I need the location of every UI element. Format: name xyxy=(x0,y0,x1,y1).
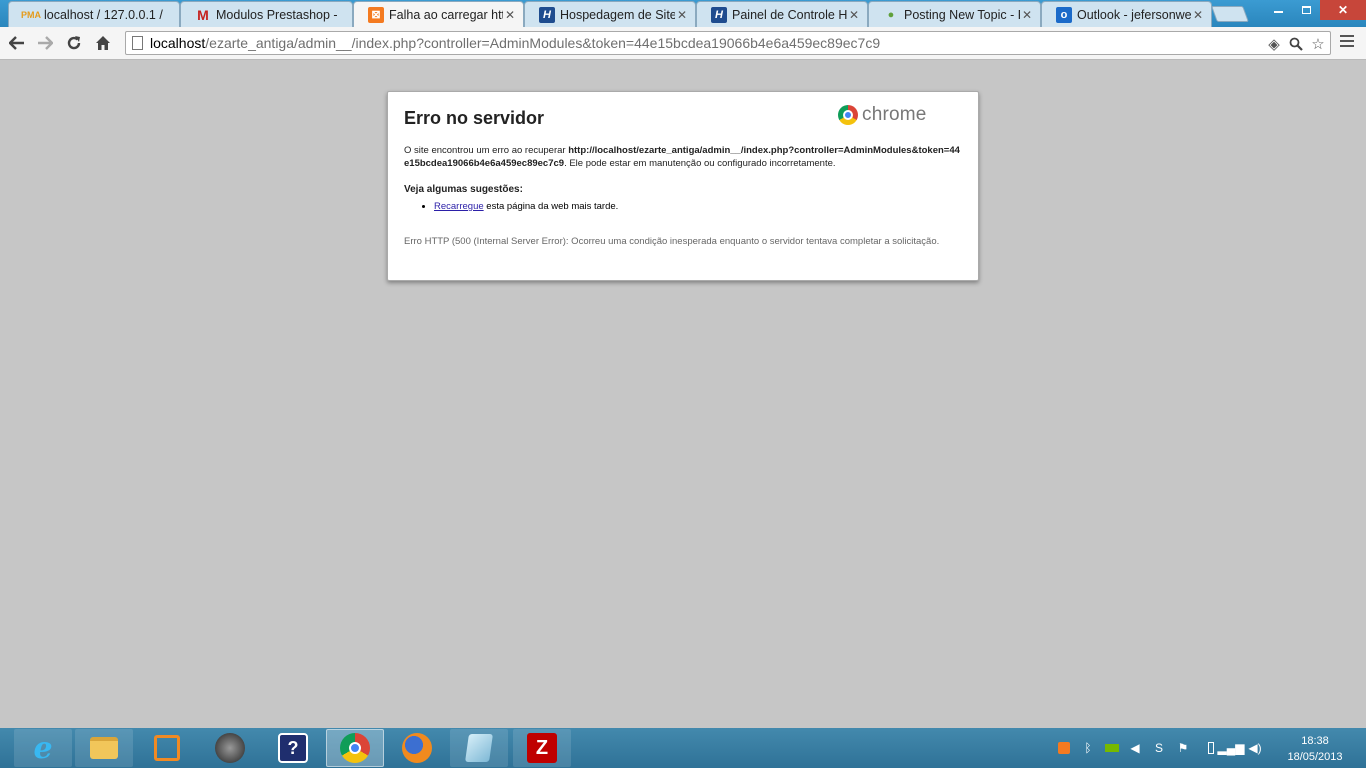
forum-icon: ● xyxy=(887,8,895,21)
tab-posting-new-topic[interactable]: ● Posting New Topic - P ✕ xyxy=(868,1,1041,27)
taskbar-media-player[interactable] xyxy=(201,729,259,767)
tab-close-icon[interactable]: ✕ xyxy=(675,8,689,22)
internet-explorer-icon: e xyxy=(33,730,53,766)
media-player-icon xyxy=(215,733,245,763)
minimize-button[interactable] xyxy=(1264,0,1292,20)
taskbar-chrome[interactable] xyxy=(326,729,384,767)
network-signal-icon[interactable]: ▂▄▆ xyxy=(1218,740,1245,756)
url-host: localhost xyxy=(150,35,206,51)
new-tab-button[interactable] xyxy=(1211,6,1249,22)
speaker-tray-icon[interactable]: ◀ xyxy=(1126,740,1144,756)
message-suffix: . Ele pode estar em manutenção ou config… xyxy=(564,158,836,169)
taskbar-internet-explorer[interactable]: e xyxy=(14,729,72,767)
volume-icon[interactable]: ◀) xyxy=(1246,740,1264,756)
firefox-icon xyxy=(402,733,432,763)
reload-icon xyxy=(67,36,81,50)
forward-arrow-icon xyxy=(38,36,53,50)
address-bar[interactable]: localhost/ezarte_antiga/admin__/index.ph… xyxy=(125,31,1331,55)
menu-icon xyxy=(1340,35,1354,37)
hostgator-icon: H xyxy=(711,6,727,23)
taskbar-office[interactable] xyxy=(138,729,196,767)
back-arrow-icon xyxy=(9,36,24,50)
tab-painel-de-controle[interactable]: H Painel de Controle Ho ✕ xyxy=(696,1,868,27)
xampp-icon: ⊠ xyxy=(368,6,384,23)
browser-toolbar: localhost/ezarte_antiga/admin__/index.ph… xyxy=(0,27,1366,60)
suggestions-list: Recarregue esta página da web mais tarde… xyxy=(434,200,962,213)
tab-falha-ao-carregar[interactable]: ⊠ Falha ao carregar http: ✕ xyxy=(353,1,524,27)
suggestion-text: esta página da web mais tarde. xyxy=(483,201,619,212)
notepad-icon xyxy=(465,734,493,762)
reload-link[interactable]: Recarregue xyxy=(434,201,484,212)
tab-hospedagem[interactable]: H Hospedagem de Sites ✕ xyxy=(524,1,696,27)
menu-icon-bar xyxy=(1340,40,1354,42)
menu-icon-bar xyxy=(1340,45,1354,47)
taskbar-clock[interactable]: 18:38 18/05/2013 xyxy=(1280,733,1350,765)
clock-time: 18:38 xyxy=(1301,735,1329,747)
taskbar-filezilla[interactable]: Z xyxy=(513,729,571,767)
nvidia-icon[interactable] xyxy=(1103,740,1121,756)
back-button[interactable] xyxy=(5,32,29,54)
translate-icon[interactable]: ◈ xyxy=(1264,34,1284,54)
home-button[interactable] xyxy=(91,32,115,54)
tab-close-icon[interactable]: ✕ xyxy=(847,8,861,22)
tab-close-icon[interactable]: ✕ xyxy=(503,8,517,22)
url-path: /ezarte_antiga/admin__/index.php?control… xyxy=(205,35,881,51)
chrome-icon xyxy=(340,733,370,763)
chrome-wordmark: chrome xyxy=(862,104,927,125)
xampp-tray-icon[interactable] xyxy=(1055,740,1073,756)
skype-icon[interactable]: S xyxy=(1150,740,1168,756)
clock-date: 18/05/2013 xyxy=(1287,751,1343,763)
office-icon xyxy=(154,735,180,761)
outlook-icon: o xyxy=(1056,6,1072,23)
chrome-menu-button[interactable] xyxy=(1340,35,1354,49)
message-prefix: O site encontrou um erro ao recuperar xyxy=(404,145,569,156)
hostgator-icon: H xyxy=(539,6,555,23)
home-icon xyxy=(96,36,110,50)
forward-button[interactable] xyxy=(33,32,57,54)
close-icon: ✕ xyxy=(1337,3,1349,17)
zoom-icon[interactable] xyxy=(1286,34,1306,54)
taskbar-firefox[interactable] xyxy=(388,729,446,767)
bluetooth-icon[interactable]: ᛒ xyxy=(1079,740,1097,756)
reload-button[interactable] xyxy=(62,32,86,54)
error-card: Erro no servidor chrome O site encontrou… xyxy=(387,91,979,281)
tab-close-icon[interactable]: ✕ xyxy=(1191,8,1205,22)
tab-outlook[interactable]: o Outlook - jefersonweb ✕ xyxy=(1041,1,1212,27)
error-message: O site encontrou um erro ao recuperar ht… xyxy=(404,144,962,170)
suggestion-item: Recarregue esta página da web mais tarde… xyxy=(434,200,962,213)
tab-gmail[interactable]: M Modulos Prestashop - xyxy=(180,1,353,27)
file-explorer-icon xyxy=(90,737,118,759)
bookmark-star-icon[interactable]: ☆ xyxy=(1308,34,1328,54)
chrome-icon xyxy=(838,105,858,125)
restore-icon xyxy=(1301,6,1311,14)
taskbar-file-explorer[interactable] xyxy=(75,729,133,767)
error-detail: Erro HTTP (500 (Internal Server Error): … xyxy=(404,236,940,247)
tab-phpmyadmin[interactable]: PMA localhost / 127.0.0.1 / xyxy=(8,1,180,27)
tab-close-icon[interactable]: ✕ xyxy=(1020,8,1034,22)
phpmyadmin-icon: PMA xyxy=(21,9,41,20)
suggestions-heading: Veja algumas sugestões: xyxy=(404,184,523,195)
tab-strip: PMA localhost / 127.0.0.1 / M Modulos Pr… xyxy=(0,0,1366,27)
minimize-icon xyxy=(1273,11,1283,13)
close-window-button[interactable]: ✕ xyxy=(1320,0,1366,20)
taskbar-help[interactable]: ? xyxy=(264,729,322,767)
taskbar-notepad[interactable] xyxy=(450,729,508,767)
gmail-icon: M xyxy=(197,6,209,23)
url-text[interactable]: localhost/ezarte_antiga/admin__/index.ph… xyxy=(150,35,880,51)
filezilla-icon: Z xyxy=(527,733,557,763)
action-center-flag-icon[interactable]: ⚑ xyxy=(1174,740,1192,756)
restore-button[interactable] xyxy=(1292,0,1320,20)
help-icon: ? xyxy=(278,733,308,763)
page-icon xyxy=(132,36,143,50)
chrome-logo: chrome xyxy=(838,104,927,126)
